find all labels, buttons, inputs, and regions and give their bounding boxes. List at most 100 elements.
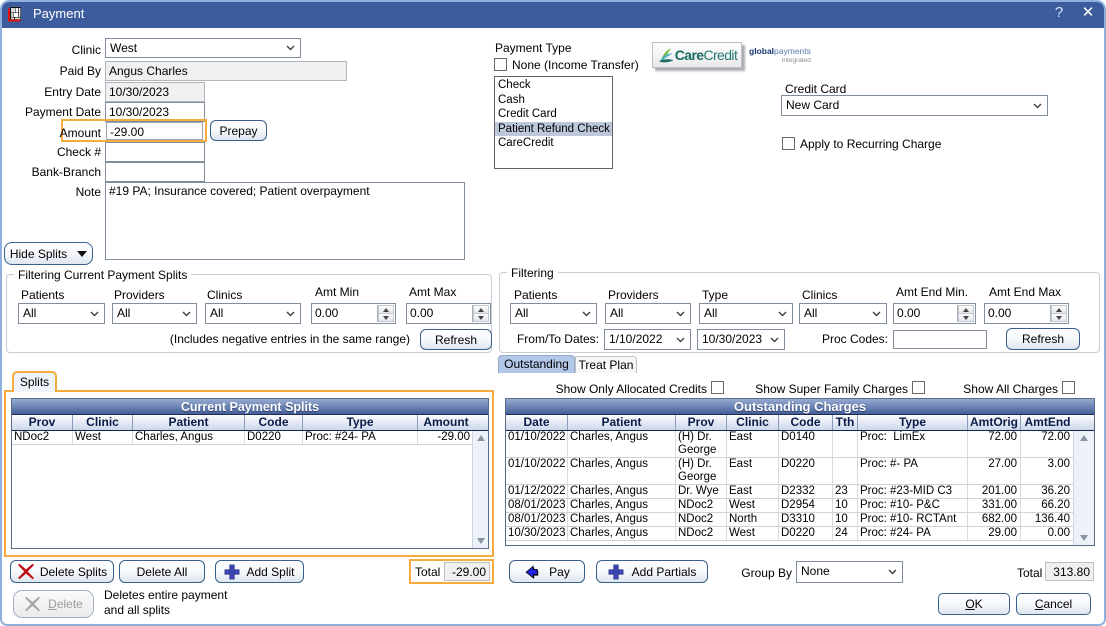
rf-amt-end-min-field[interactable]: 0.00 [893, 303, 976, 324]
delete-splits-button[interactable]: Delete Splits [10, 560, 114, 583]
table-row[interactable]: 08/01/2023Charles, AngusNDoc2WestD295410… [506, 499, 1073, 513]
lf-amt-max-field[interactable]: 0.00 [406, 303, 491, 324]
chevron-down-icon [286, 45, 295, 51]
lf-refresh-button[interactable]: Refresh [420, 329, 492, 350]
column-header[interactable]: Type [858, 415, 968, 430]
lf-amt-min-spinner[interactable] [377, 305, 394, 322]
lf-providers-select[interactable]: All [112, 303, 197, 324]
payment-type-label: Payment Type [495, 41, 572, 55]
clinic-select[interactable]: West [105, 38, 301, 58]
tab-outstanding[interactable]: Outstanding [498, 355, 575, 373]
carecredit-logo[interactable]: CareCredit [652, 42, 742, 68]
delete-all-button[interactable]: Delete All [119, 560, 205, 583]
check-num-field[interactable] [105, 142, 205, 162]
column-header[interactable]: Prov [12, 415, 73, 430]
delete-payment-button[interactable]: Delete [13, 590, 94, 618]
splits-grid-scrollbar[interactable] [472, 431, 488, 548]
spin-up-icon[interactable] [963, 308, 969, 312]
column-header[interactable]: AmtOrig [968, 415, 1021, 430]
tab-treat-plan[interactable]: Treat Plan [575, 356, 637, 373]
table-row[interactable]: 01/10/2022Charles, Angus(H) Dr. GeorgeEa… [506, 431, 1073, 458]
add-split-button[interactable]: Add Split [215, 560, 304, 583]
column-header[interactable]: AmtEnd [1021, 415, 1074, 430]
amount-field[interactable]: -29.00 [106, 122, 203, 140]
help-button[interactable]: ? [1048, 6, 1070, 20]
scroll-up-icon[interactable] [1080, 435, 1088, 441]
chevron-down-icon [778, 311, 787, 317]
rf-amt-end-max-field[interactable]: 0.00 [984, 303, 1069, 324]
splits-grid-rows[interactable]: NDoc2WestCharles, AngusD0220Proc: #24- P… [12, 431, 472, 548]
column-header[interactable]: Tth [833, 415, 858, 430]
column-header[interactable]: Patient [133, 415, 245, 430]
lf-amt-max-spinner[interactable] [472, 305, 489, 322]
rf-from-date-select[interactable]: 1/10/2022 [604, 329, 691, 350]
splits-grid[interactable]: Current Payment Splits ProvClinicPatient… [11, 398, 489, 549]
lf-amt-min-field[interactable]: 0.00 [311, 303, 396, 324]
rf-refresh-button[interactable]: Refresh [1006, 328, 1080, 350]
payment-type-option[interactable]: Credit Card [495, 107, 612, 122]
note-field[interactable]: #19 PA; Insurance covered; Patient overp… [105, 182, 465, 260]
payment-type-option[interactable]: Cash [495, 93, 612, 108]
prepay-button[interactable]: Prepay [210, 120, 267, 141]
scroll-down-icon[interactable] [477, 538, 485, 544]
column-header[interactable]: Prov [676, 415, 727, 430]
payment-type-option[interactable]: Patient Refund Check [495, 122, 612, 137]
table-cell: 01/12/2022 [506, 485, 568, 498]
group-by-select[interactable]: None [796, 561, 903, 583]
column-header[interactable]: Clinic [73, 415, 133, 430]
column-header[interactable]: Patient [568, 415, 676, 430]
tab-splits[interactable]: Splits [12, 371, 57, 392]
table-cell: Dr. Wye [676, 485, 727, 498]
add-partials-button[interactable]: Add Partials [596, 560, 708, 583]
rf-providers-select[interactable]: All [605, 303, 691, 324]
spin-up-icon[interactable] [1056, 308, 1062, 312]
table-row[interactable]: 10/30/2023Charles, AngusNDoc2WestD022024… [506, 527, 1073, 541]
payment-type-option[interactable]: Check [495, 78, 612, 93]
table-row[interactable]: NDoc2WestCharles, AngusD0220Proc: #24- P… [12, 431, 472, 445]
spin-down-icon[interactable] [963, 316, 969, 320]
rf-type-select[interactable]: All [699, 303, 793, 324]
column-header[interactable]: Clinic [727, 415, 779, 430]
hide-splits-button[interactable]: Hide Splits [4, 242, 93, 265]
none-income-transfer-label: None (Income Transfer) [512, 58, 639, 72]
table-row[interactable]: 01/12/2022Charles, AngusDr. WyeEastD2332… [506, 485, 1073, 499]
close-button[interactable]: ✕ [1076, 6, 1100, 20]
spin-down-icon[interactable] [383, 316, 389, 320]
apply-recurring-checkbox[interactable] [782, 137, 795, 150]
column-header[interactable]: Amount [418, 415, 474, 430]
none-income-transfer-checkbox[interactable] [494, 58, 507, 71]
show-all-charges-checkbox[interactable] [1062, 381, 1075, 394]
lf-clinics-select[interactable]: All [205, 303, 301, 324]
rf-amt-end-max-spinner[interactable] [1050, 305, 1067, 322]
ok-button[interactable]: OK [938, 593, 1010, 615]
bank-branch-field[interactable] [105, 162, 205, 182]
payment-type-listbox[interactable]: CheckCashCredit CardPatient Refund Check… [494, 76, 613, 169]
rf-clinics-select[interactable]: All [799, 303, 887, 324]
column-header[interactable]: Date [506, 415, 568, 430]
charges-grid[interactable]: Outstanding Charges DatePatientProvClini… [505, 398, 1095, 546]
pay-button[interactable]: Pay [509, 560, 585, 583]
spin-down-icon[interactable] [1056, 316, 1062, 320]
lf-patients-select[interactable]: All [18, 303, 105, 324]
payment-type-option[interactable]: CareCredit [495, 136, 612, 151]
scroll-down-icon[interactable] [1080, 535, 1088, 541]
column-header[interactable]: Code [245, 415, 303, 430]
lf-providers-value: All [117, 306, 130, 320]
rf-patients-select[interactable]: All [510, 303, 597, 324]
charges-grid-scrollbar[interactable] [1073, 431, 1094, 545]
scroll-up-icon[interactable] [477, 435, 485, 441]
table-row[interactable]: 08/01/2023Charles, AngusNDoc2NorthD33101… [506, 513, 1073, 527]
spin-up-icon[interactable] [478, 308, 484, 312]
credit-card-select[interactable]: New Card [781, 95, 1048, 116]
rf-amt-end-min-spinner[interactable] [957, 305, 974, 322]
cancel-button[interactable]: Cancel [1016, 593, 1091, 615]
column-header[interactable]: Type [303, 415, 418, 430]
rf-to-date-select[interactable]: 10/30/2023 [697, 329, 785, 350]
table-cell: 3.00 [1021, 458, 1073, 484]
charges-grid-rows[interactable]: 01/10/2022Charles, Angus(H) Dr. GeorgeEa… [506, 431, 1073, 545]
spin-up-icon[interactable] [383, 308, 389, 312]
table-row[interactable]: 01/10/2022Charles, Angus(H) Dr. GeorgeEa… [506, 458, 1073, 485]
column-header[interactable]: Code [779, 415, 833, 430]
spin-down-icon[interactable] [478, 316, 484, 320]
rf-proc-codes-field[interactable] [893, 330, 987, 349]
